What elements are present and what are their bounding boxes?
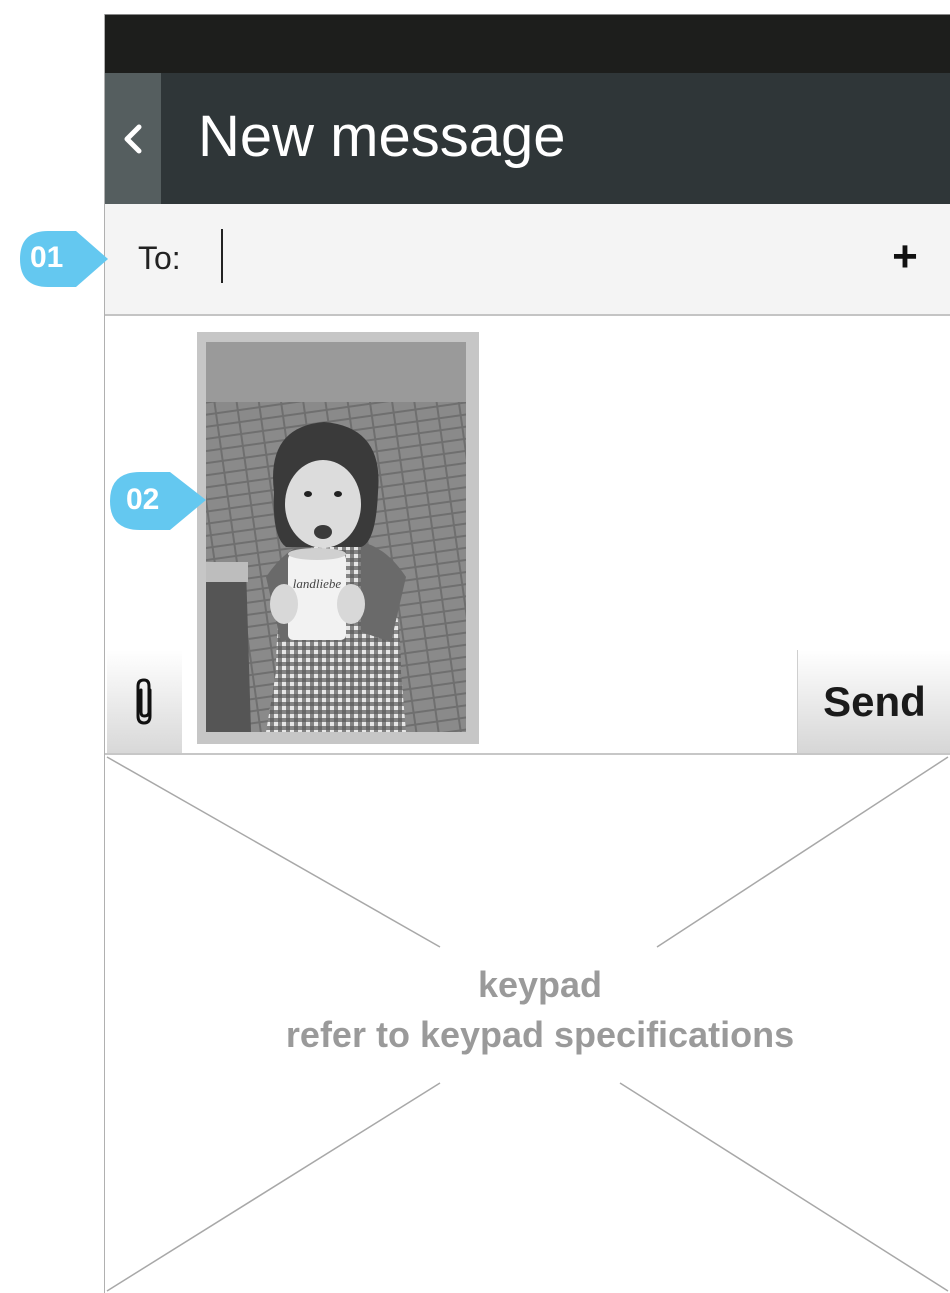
keypad-label: keypad refer to keypad specifications [105, 960, 950, 1060]
callout-number: 01 [30, 241, 64, 274]
svg-text:landliebe: landliebe [293, 576, 342, 591]
send-button[interactable]: Send [797, 650, 950, 753]
recipient-input[interactable] [218, 228, 522, 286]
keypad-title: keypad [477, 964, 603, 1005]
status-bar [105, 14, 950, 74]
keypad-note: refer to keypad specifications [285, 1014, 795, 1055]
chevron-left-icon [124, 124, 142, 153]
attachment-photo[interactable]: landliebe [206, 342, 466, 732]
to-label: To: [138, 240, 181, 276]
callout-01: 01 [18, 229, 108, 289]
callout-number: 02 [126, 483, 160, 516]
callout-02: 02 [108, 470, 206, 530]
photo-image: landliebe [206, 342, 466, 732]
attach-button[interactable] [107, 650, 182, 753]
text-caret [221, 229, 223, 283]
paperclip-icon [136, 677, 151, 725]
back-button[interactable] [105, 73, 161, 204]
add-recipient-button[interactable]: + [880, 230, 930, 284]
page-title: New message [198, 104, 566, 169]
